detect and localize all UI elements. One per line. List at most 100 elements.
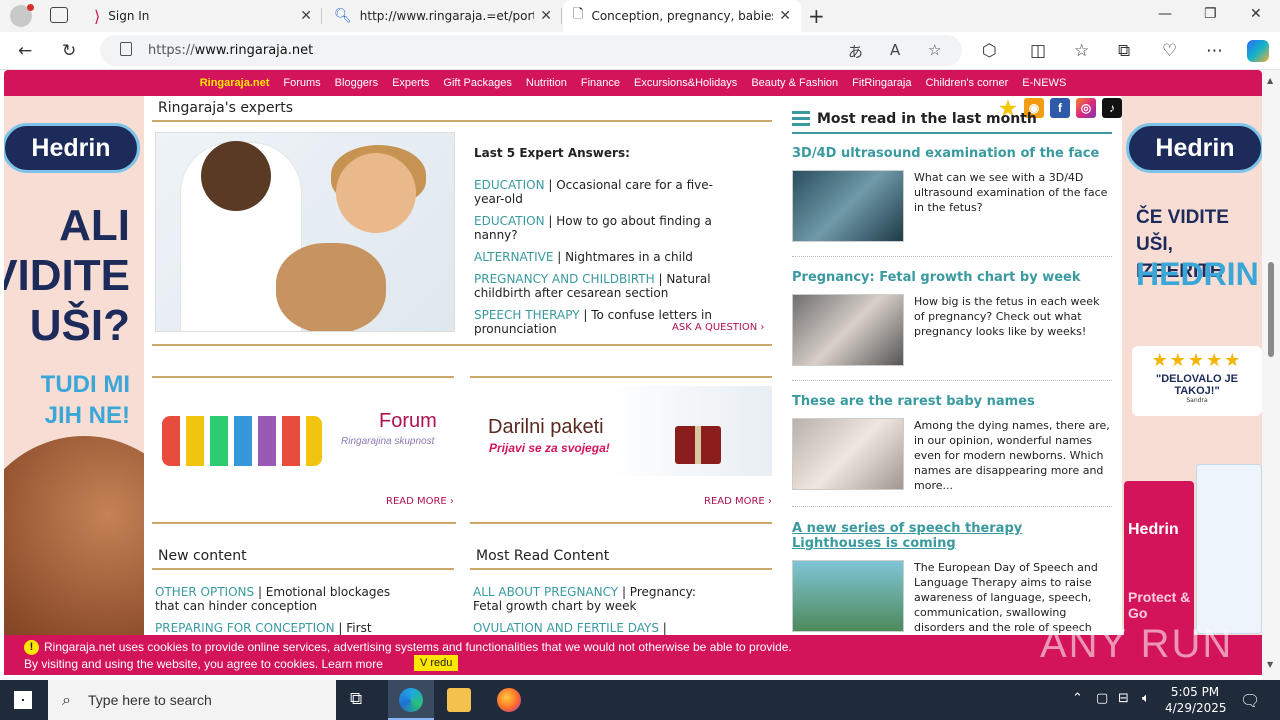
tab-actions-icon[interactable] [50,7,68,23]
tray-device-icon[interactable]: ▢ [1096,691,1108,706]
right-banner-ad[interactable]: Hedrin ČE VIDITE UŠI, IZBERITE HEDRIN ★★… [1122,96,1262,636]
lighthouse-thumbnail[interactable] [792,560,904,632]
taskbar-search[interactable]: ⌕ Type here to search [48,680,336,720]
lock-icon[interactable] [120,42,132,56]
most-read-item[interactable]: A new series of speech therapy Lighthous… [792,521,1112,551]
tab-strip: ⟩ Sign In ✕ 🔍︎ http://www.ringaraja.=et/… [0,0,1280,32]
read-aloud-icon[interactable]: A [890,41,900,59]
new-content-item[interactable]: OTHER OPTIONS | Emotional blockages that… [155,585,395,613]
taskbar-clock[interactable]: 5:05 PM 4/29/2025 [1165,684,1227,716]
edge-icon[interactable] [399,688,423,712]
firefox-icon[interactable] [497,688,521,712]
new-content-section: New content [152,544,454,570]
split-screen-icon[interactable]: ◫ [1030,41,1046,61]
nav-bloggers[interactable]: Bloggers [335,77,378,89]
nav-excursions[interactable]: Excursions&Holidays [634,77,737,89]
windows-start-icon[interactable] [14,691,32,709]
baby-thumbnail[interactable] [792,418,904,490]
expert-answer[interactable]: PREGNANCY AND CHILDBIRTH | Natural child… [474,272,724,300]
most-read-content-item[interactable]: OVULATION AND FERTILE DAYS | [473,621,773,635]
search-icon: ⌕ [62,690,71,709]
rating-stars-icon: ★★★★★ [1151,350,1243,371]
cookie-learn-more[interactable]: By visiting and using the website, you a… [24,657,383,671]
divider [792,506,1112,507]
most-read-content-section: Most Read Content [470,544,772,570]
translate-icon[interactable]: あ [848,41,863,62]
notifications-icon[interactable]: 🗨︎ [1240,691,1260,710]
browser-toolbar: ← ↻ https://www.ringaraja.net あ A ☆ ⬡ ◫ … [0,32,1280,70]
answers-title: Last 5 Expert Answers: [474,146,630,160]
nav-gift-packages[interactable]: Gift Packages [443,77,511,89]
nav-experts[interactable]: Experts [392,77,429,89]
expert-answer[interactable]: EDUCATION | Occasional care for a five-y… [474,178,724,206]
forum-promo[interactable]: Forum Ringarajina skupnost [152,386,454,476]
most-read-header: Most read in the last month [792,106,1112,134]
volume-icon[interactable]: 🔈︎ [1142,691,1150,706]
ad-brand-big: HEDRIN [1136,256,1259,292]
nav-beauty[interactable]: Beauty & Fashion [751,77,838,89]
performance-icon[interactable]: ♡ [1162,41,1177,61]
favorite-star-icon[interactable]: ☆ [928,41,941,59]
fetal-chart-thumbnail[interactable] [792,294,904,366]
tab-portlet[interactable]: 🔍︎ http://www.ringaraja.=et/portlet ✕ [324,0,562,32]
left-banner-ad[interactable]: Hedrin ALI VIDITE UŠI? TUDI MI JIH NE! [4,96,144,636]
restore-button[interactable]: ❐ [1204,6,1217,22]
close-tab-icon[interactable]: ✕ [779,8,791,24]
scrollbar-thumb[interactable] [1268,262,1274,357]
nav-forums[interactable]: Forums [283,77,320,89]
new-content-item[interactable]: PREPARING FOR CONCEPTION | First [155,621,455,635]
gifts-read-more-link[interactable]: READ MORE › [704,496,772,507]
divider [152,522,456,524]
ultrasound-thumbnail[interactable] [792,170,904,242]
profile-avatar[interactable] [10,4,34,27]
expert-answer[interactable]: EDUCATION | How to go about finding a na… [474,214,724,242]
favorites-icon[interactable]: ☆ [1074,41,1089,61]
list-icon [792,111,810,127]
url-text[interactable]: https://www.ringaraja.net [148,43,313,58]
extensions-icon[interactable]: ⬡ [982,41,997,61]
back-arrow-icon[interactable]: ← [18,41,32,61]
nav-fit[interactable]: FitRingaraja [852,77,911,89]
expert-doctor-image[interactable] [155,132,455,332]
site-navigation: Ringaraja.net Forums Bloggers Experts Gi… [4,70,1262,96]
nav-home[interactable]: Ringaraja.net [200,77,270,89]
most-read-content-item[interactable]: ALL ABOUT PREGNANCY | Pregnancy: Fetal g… [473,585,703,613]
task-view-icon[interactable]: ⧉ [350,689,362,709]
file-explorer-icon[interactable] [447,688,471,712]
tab-conception[interactable]: 🗋 Conception, pregnancy, babies a ✕ [563,0,801,32]
ad-review-card: ★★★★★ "DELOVALO JE TAKOJ!" Sandra [1132,346,1262,416]
close-window-button[interactable]: ✕ [1250,6,1262,22]
address-bar[interactable]: https://www.ringaraja.net あ A ☆ [100,35,962,66]
close-tab-icon[interactable]: ✕ [300,8,312,24]
network-icon[interactable]: ⊟ [1118,691,1129,706]
most-read-item[interactable]: Pregnancy: Fetal growth chart by week [792,270,1112,285]
most-read-item[interactable]: These are the rarest baby names [792,394,1112,409]
new-content-title: New content [152,544,454,570]
most-read-item[interactable]: 3D/4D ultrasound examination of the face [792,146,1112,161]
close-tab-icon[interactable]: ✕ [540,8,552,24]
experts-title: Ringaraja's experts [152,96,772,122]
new-tab-button[interactable]: + [808,4,825,28]
minimize-button[interactable]: — [1158,6,1172,22]
nav-enews[interactable]: E-NEWS [1022,77,1066,89]
ad-product-box: Hedrin Protect & Go [1124,481,1194,636]
more-menu-icon[interactable]: ⋯ [1206,41,1223,61]
ask-question-link[interactable]: ASK A QUESTION › [672,322,764,333]
forum-read-more-link[interactable]: READ MORE › [386,496,454,507]
nav-nutrition[interactable]: Nutrition [526,77,567,89]
scroll-up-icon[interactable]: ▲ [1267,76,1273,85]
copilot-icon[interactable] [1247,40,1269,62]
tab-sign-in[interactable]: ⟩ Sign In ✕ [84,0,322,32]
tray-chevron-icon[interactable]: ⌃ [1072,691,1083,706]
refresh-icon[interactable]: ↻ [62,41,76,61]
page-scrollbar[interactable]: ▲ ▼ [1262,70,1280,680]
scroll-down-icon[interactable]: ▼ [1267,660,1273,669]
web-page: Ringaraja.net Forums Bloggers Experts Gi… [0,70,1262,680]
gift-packages-promo[interactable]: Darilni paketi Prijavi se za svojega! [470,386,772,476]
nav-finance[interactable]: Finance [581,77,620,89]
collections-icon[interactable]: ⧉ [1118,41,1130,61]
nav-children[interactable]: Children's corner [925,77,1008,89]
expert-answer[interactable]: ALTERNATIVE | Nightmares in a child [474,250,724,264]
divider [792,380,1112,381]
cookie-accept-button[interactable]: V redu [414,655,459,671]
